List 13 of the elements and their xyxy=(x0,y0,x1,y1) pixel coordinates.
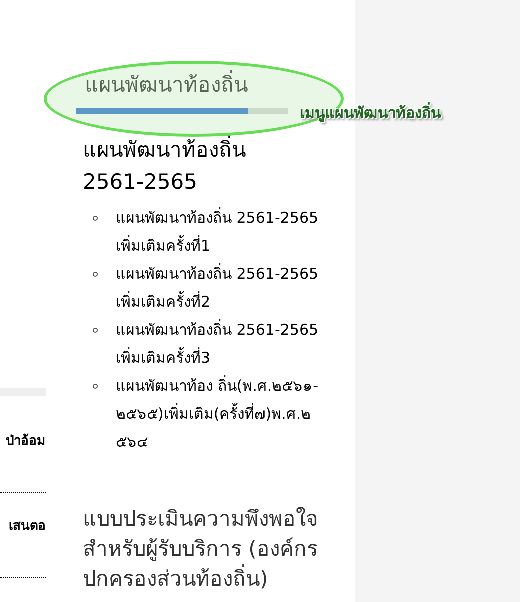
plan-title[interactable]: แผนพัฒนาท้องถิ่น 2561-2565 xyxy=(83,134,298,198)
section-heading: แผนพัฒนาท้องถิ่น xyxy=(83,70,345,100)
sidebar-link[interactable]: เสนตอ xyxy=(9,517,46,541)
bullet-icon xyxy=(93,216,98,221)
plan-link[interactable]: แผนพัฒนาท้องถิ่น 2561-2565 เพิ่มเติมครั้งที่3 xyxy=(116,316,321,372)
plan-link[interactable]: แผนพัฒนาท้องถิ่น 2561-2565 เพิ่มเติมครั้งที่2 xyxy=(116,260,321,316)
bullet-icon xyxy=(93,328,98,333)
plan-link[interactable]: แผนพัฒนาท้อง ถิ่น(พ.ศ.๒๕๖๑-๒๕๖๕)เพิ่มเติม(ครั้งที่๗)พ.ศ.๒๕๖๔ xyxy=(116,372,321,456)
plan-link[interactable]: แผนพัฒนาท้องถิ่น 2561-2565 เพิ่มเติมครั้งที่1 xyxy=(116,204,321,260)
survey-title[interactable]: แบบประเมินความพึงพอใจสำหรับผู้รับบริการ (องค์กรปกครองส่วนท้องถิ่น) xyxy=(83,504,345,594)
sidebar-link[interactable]: ป่าอ้อม xyxy=(6,432,46,456)
bullet-icon xyxy=(93,384,98,389)
bullet-icon xyxy=(93,272,98,277)
